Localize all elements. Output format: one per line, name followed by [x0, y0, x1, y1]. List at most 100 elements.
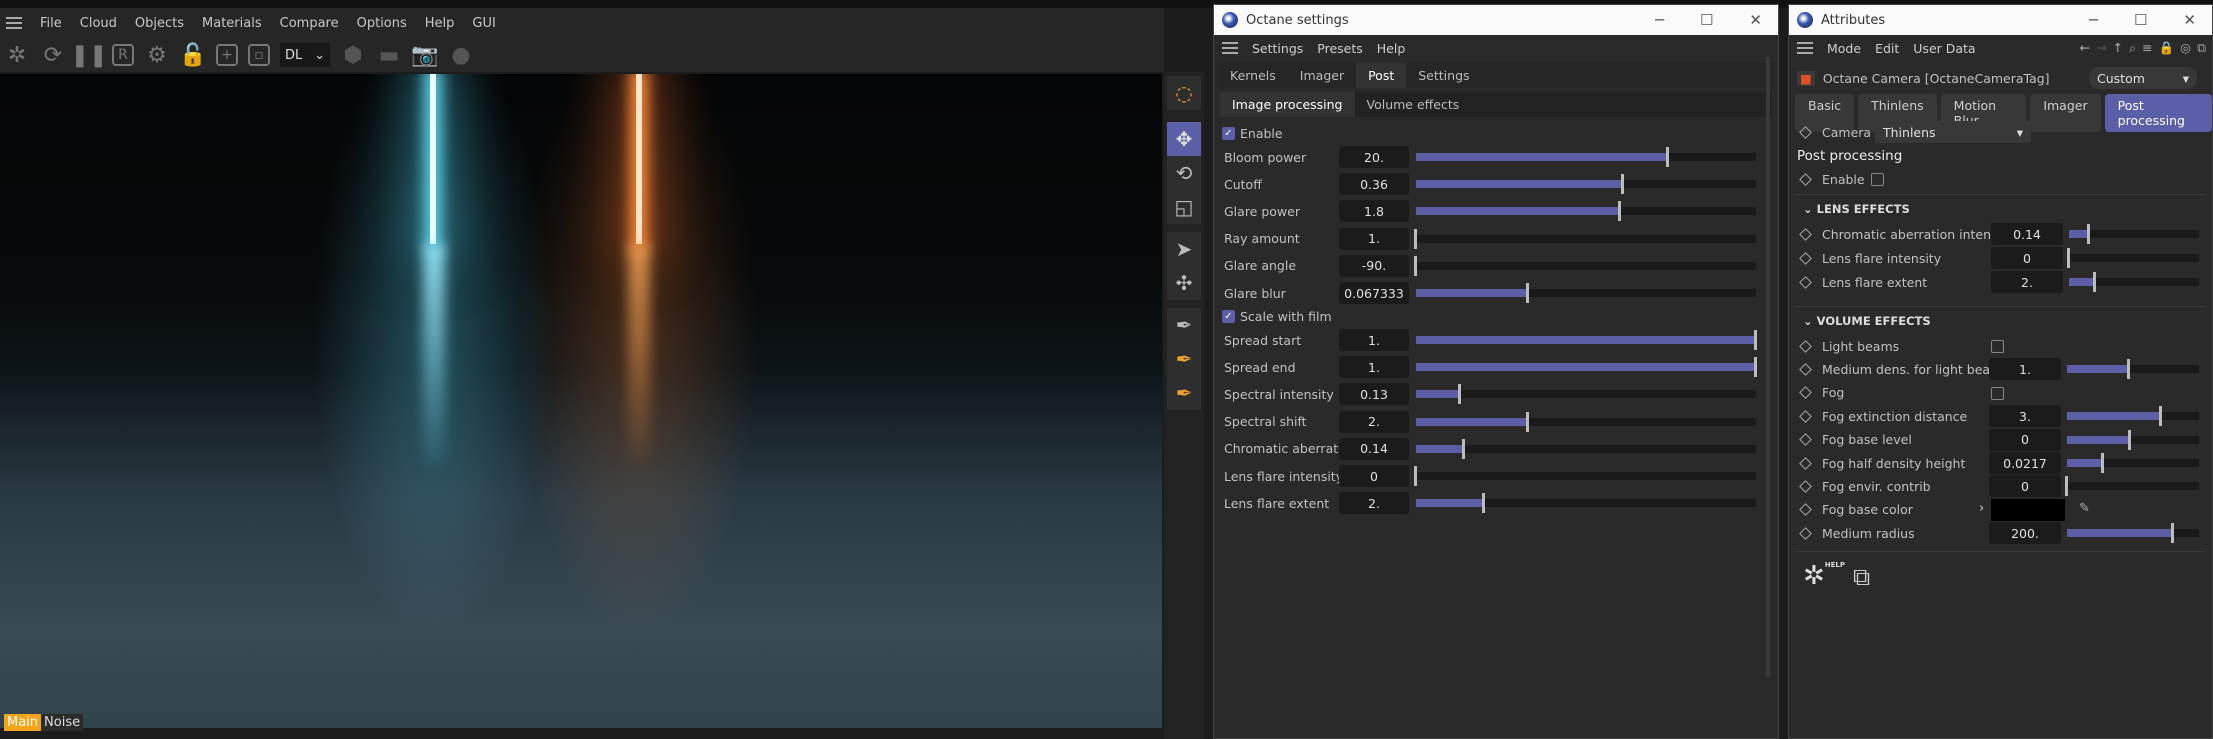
keyframe-diamond-icon[interactable]	[1799, 433, 1812, 446]
lock-open-icon[interactable]: 🔓	[179, 42, 206, 68]
minimize-icon[interactable]: ─	[2089, 11, 2098, 29]
spread-start-slider-handle[interactable]	[1754, 330, 1757, 350]
keyframe-diamond-icon[interactable]	[1799, 409, 1812, 423]
glare-power-value-field[interactable]: 1.8	[1339, 200, 1409, 223]
search-icon[interactable]: ⌕	[2129, 40, 2136, 56]
glare-power-slider[interactable]	[1416, 201, 1756, 222]
lens-flare-intensity-slider-handle[interactable]	[1414, 466, 1417, 486]
hamburger-menu-icon[interactable]	[1797, 42, 1813, 54]
medium-radius-slider[interactable]	[2067, 523, 2199, 544]
lens-flare-intensity-value-field[interactable]: 0	[1991, 247, 2063, 269]
move-icon[interactable]: ✥	[1167, 122, 1201, 156]
move-select-icon[interactable]: ➤	[1167, 232, 1201, 266]
camera-icon[interactable]: 📷	[411, 42, 438, 68]
up-arrow-icon[interactable]: ↑	[2113, 40, 2123, 56]
medium-dens-for-light-beams-value-field[interactable]: 1.	[1989, 358, 2061, 381]
keyframe-diamond-icon[interactable]	[1799, 251, 1812, 265]
tab-main[interactable]: Main	[4, 714, 42, 731]
glare-angle-slider[interactable]	[1414, 255, 1756, 276]
menu-objects[interactable]: Objects	[135, 16, 184, 31]
glare-blur-value-field[interactable]: 0.067333	[1339, 282, 1409, 304]
lens-flare-extent-slider[interactable]	[1416, 493, 1756, 514]
hexagon-icon[interactable]: ⬢	[340, 42, 366, 68]
lock-icon[interactable]: 🔒	[2159, 40, 2175, 56]
fog-half-density-height-slider-handle[interactable]	[2100, 453, 2104, 473]
lens-flare-extent-value-field[interactable]: 2.	[1339, 492, 1409, 515]
menu-cloud[interactable]: Cloud	[80, 16, 117, 31]
lens-flare-intensity-value-field[interactable]: 0	[1339, 465, 1409, 487]
keyframe-diamond-icon[interactable]	[1799, 480, 1812, 493]
enable-checkbox[interactable]: ✓	[1222, 126, 1235, 140]
glare-blur-slider[interactable]	[1416, 283, 1756, 303]
spectral-intensity-value-field[interactable]: 0.13	[1339, 383, 1409, 406]
cutoff-value-field[interactable]: 0.36	[1339, 173, 1409, 196]
spectral-shift-value-field[interactable]: 2.	[1339, 410, 1409, 433]
menu-materials[interactable]: Materials	[202, 16, 262, 31]
menu-gui[interactable]: GUI	[472, 16, 495, 31]
fog-half-density-height-value-field[interactable]: 0.0217	[1989, 452, 2061, 474]
spectral-intensity-slider[interactable]	[1416, 384, 1756, 405]
lens-flare-intensity-slider-handle[interactable]	[2067, 248, 2070, 268]
kernel-select[interactable]: DL ⌄	[280, 43, 330, 67]
chromatic-aberrati-slider[interactable]	[1416, 438, 1756, 459]
hamburger-menu-icon[interactable]	[1222, 42, 1238, 54]
subtab-volume-effects[interactable]: Volume effects	[1355, 92, 1472, 117]
keyframe-diamond-icon[interactable]	[1799, 275, 1812, 289]
lens-effects-header[interactable]: ⌄ LENS EFFECTS	[1803, 202, 1910, 216]
keyframe-diamond-icon[interactable]	[1799, 456, 1812, 470]
fog-envir-contrib-value-field[interactable]: 0	[1989, 475, 2061, 498]
render-viewport[interactable]	[0, 74, 1162, 728]
rotate-icon[interactable]: ⟲	[1167, 156, 1201, 190]
tab-kernels[interactable]: Kernels	[1218, 63, 1288, 88]
add-frame-icon[interactable]: +	[216, 44, 238, 66]
render-region-icon[interactable]: R	[112, 44, 134, 66]
keyframe-diamond-icon[interactable]	[1799, 172, 1812, 186]
spread-end-slider-handle[interactable]	[1754, 357, 1757, 378]
move-points-icon[interactable]: ✣	[1167, 266, 1201, 300]
maximize-icon[interactable]: ☐	[1700, 11, 1713, 29]
tab-imager[interactable]: Imager	[2030, 94, 2101, 132]
new-window-icon[interactable]: ⧉	[2197, 40, 2206, 56]
menu-mode[interactable]: Mode	[1827, 41, 1861, 56]
pen-point-icon[interactable]: ✒	[1167, 342, 1201, 376]
lens-flare-intensity-slider[interactable]	[2067, 248, 2199, 268]
keyframe-diamond-icon[interactable]	[1799, 526, 1812, 540]
fog-half-density-height-slider[interactable]	[2067, 453, 2199, 473]
chromatic-aberration-intensity-value-field[interactable]: 0.14	[1991, 223, 2063, 245]
menu-presets[interactable]: Presets	[1317, 41, 1363, 56]
fog-base-color-swatch[interactable]	[1991, 498, 2065, 521]
medium-dens-for-light-beams-slider[interactable]	[2067, 359, 2199, 380]
rectangle-icon[interactable]: ▬	[376, 42, 402, 68]
chromatic-aberrati-value-field[interactable]: 0.14	[1339, 437, 1409, 460]
circle-icon[interactable]: ●	[448, 42, 474, 68]
medium-radius-value-field[interactable]: 200.	[1989, 522, 2061, 545]
spread-start-slider[interactable]	[1416, 330, 1757, 350]
back-arrow-icon[interactable]: ←	[2080, 40, 2090, 56]
fog-base-level-value-field[interactable]: 0	[1989, 428, 2061, 451]
settings-gear-icon[interactable]: ⚙	[144, 42, 170, 68]
tab-post-processing[interactable]: Post processing	[2104, 94, 2212, 132]
ray-amount-slider[interactable]	[1414, 228, 1756, 249]
glare-angle-slider-handle[interactable]	[1414, 255, 1417, 276]
spread-end-slider[interactable]	[1416, 357, 1757, 378]
menu-user-data[interactable]: User Data	[1913, 41, 1975, 56]
bloom-power-value-field[interactable]: 20.	[1339, 146, 1409, 168]
chromatic-aberration-intensity-slider-handle[interactable]	[2086, 224, 2090, 244]
keyframe-diamond-icon[interactable]	[1799, 503, 1812, 517]
octane-logo-icon[interactable]: ✲	[4, 42, 30, 68]
frame-icon[interactable]: ▫	[248, 44, 270, 66]
maximize-icon[interactable]: ☐	[2134, 11, 2147, 29]
medium-radius-slider-handle[interactable]	[2170, 523, 2174, 544]
ray-amount-slider-handle[interactable]	[1414, 228, 1417, 249]
lens-flare-extent-slider[interactable]	[2069, 272, 2199, 292]
close-icon[interactable]: ✕	[1749, 11, 1762, 29]
tab-settings[interactable]: Settings	[1406, 63, 1481, 88]
cutoff-slider-handle[interactable]	[1621, 174, 1625, 195]
spline-pen-icon[interactable]: ✒	[1167, 308, 1201, 342]
fog-envir-contrib-slider[interactable]	[2065, 476, 2199, 497]
spectral-shift-slider[interactable]	[1416, 411, 1756, 432]
menu-compare[interactable]: Compare	[280, 16, 339, 31]
scale-icon[interactable]: ◱	[1167, 190, 1201, 224]
scrollbar[interactable]	[1766, 57, 1770, 677]
close-icon[interactable]: ✕	[2183, 11, 2196, 29]
